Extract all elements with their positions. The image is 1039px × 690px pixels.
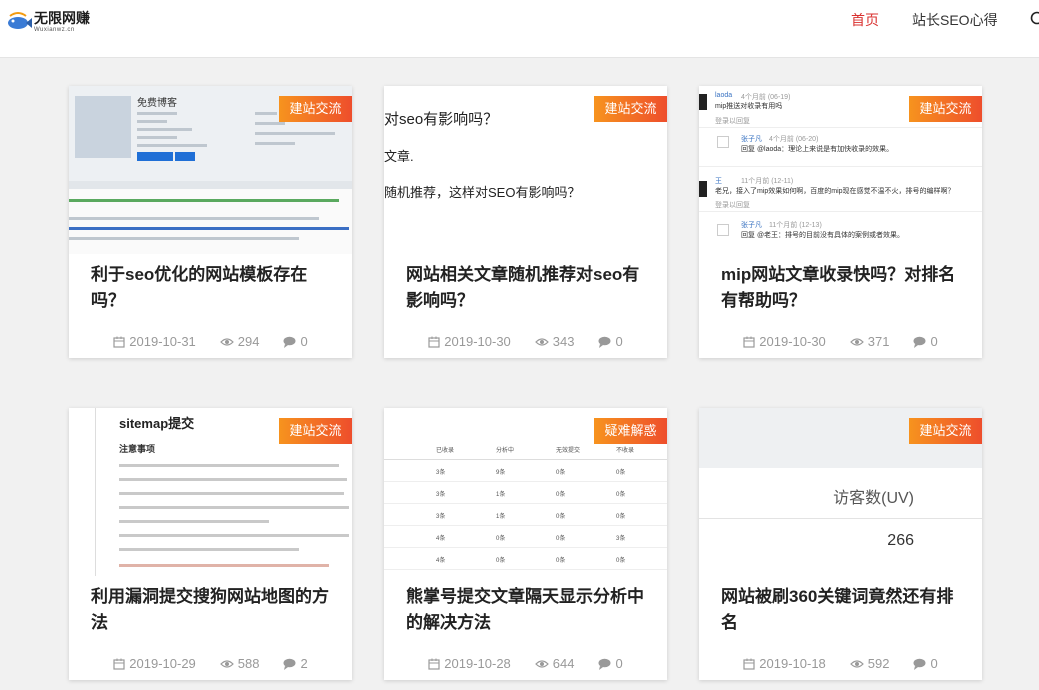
top-navbar: 无限网赚 Wuxianwz.cn 首页 站长SEO心得: [0, 0, 1039, 58]
thumb-heading: sitemap提交: [119, 416, 195, 431]
post-thumbnail[interactable]: 免费博客 建站交流: [69, 86, 352, 254]
category-badge[interactable]: 建站交流: [594, 96, 667, 122]
main-nav: 首页 站长SEO心得: [851, 11, 998, 29]
post-views: 371: [849, 332, 889, 352]
post-date: 2019-10-18: [743, 654, 826, 674]
calendar-icon: [113, 336, 125, 348]
post-comments: 0: [283, 332, 308, 352]
post-comments: 0: [913, 654, 938, 674]
comment-icon: [598, 336, 611, 348]
post-views: 588: [219, 654, 259, 674]
post-thumbnail[interactable]: sitemap提交 注意事项 建站交流: [69, 408, 352, 576]
post-date: 2019-10-28: [428, 654, 511, 674]
post-thumbnail[interactable]: 已收录 分析中 无效提交 不收录 3条 9条 0条 0条 3条 1条 0条 0条…: [384, 408, 667, 576]
calendar-icon: [743, 658, 755, 670]
comment-icon: [283, 658, 296, 670]
post-card[interactable]: 对seo有影响吗？ 文章. 随机推荐，这样对SEO有影响吗？ 建站交流 网站相关…: [384, 86, 667, 358]
post-card[interactable]: laoda 4个月前 (06-19) mip推送对收录有用吗 登录以回复 张子凡…: [699, 86, 982, 358]
comment-icon: [913, 658, 926, 670]
post-meta: 2019-10-30 343 0: [384, 332, 667, 352]
comment-icon: [283, 336, 296, 348]
eye-icon: [534, 660, 549, 668]
post-date: 2019-10-29: [113, 654, 196, 674]
uv-label: 访客数(UV): [833, 490, 914, 507]
logo-subtitle: Wuxianwz.cn: [34, 27, 75, 33]
post-card[interactable]: 已收录 分析中 无效提交 不收录 3条 9条 0条 0条 3条 1条 0条 0条…: [384, 408, 667, 680]
calendar-icon: [428, 336, 440, 348]
eye-icon: [849, 660, 864, 668]
post-date: 2019-10-30: [743, 332, 826, 352]
post-date: 2019-10-31: [113, 332, 196, 352]
post-thumbnail[interactable]: laoda 4个月前 (06-19) mip推送对收录有用吗 登录以回复 张子凡…: [699, 86, 982, 254]
post-meta: 2019-10-29 588 2: [69, 654, 352, 674]
post-meta: 2019-10-31 294 0: [69, 332, 352, 352]
thumb-heading: 免费博客: [137, 98, 177, 109]
uv-value: 266: [887, 532, 914, 549]
post-card[interactable]: 访客数(UV) 266 建站交流 网站被刷360关键词竟然还有排名 2019-1…: [699, 408, 982, 680]
post-comments: 0: [598, 654, 623, 674]
nav-item-home[interactable]: 首页: [851, 11, 879, 29]
post-thumbnail[interactable]: 对seo有影响吗？ 文章. 随机推荐，这样对SEO有影响吗？ 建站交流: [384, 86, 667, 254]
post-views: 592: [849, 654, 889, 674]
search-icon[interactable]: [1030, 11, 1039, 27]
eye-icon: [219, 338, 234, 346]
post-meta: 2019-10-30 371 0: [699, 332, 982, 352]
post-comments: 0: [913, 332, 938, 352]
post-meta: 2019-10-18 592 0: [699, 654, 982, 674]
post-title[interactable]: 利于seo优化的网站模板存在吗？: [91, 262, 335, 314]
eye-icon: [849, 338, 864, 346]
post-title[interactable]: mip网站文章收录快吗？对排名有帮助吗？: [721, 262, 965, 314]
calendar-icon: [113, 658, 125, 670]
category-badge[interactable]: 疑难解惑: [594, 418, 667, 444]
post-views: 294: [219, 332, 259, 352]
post-title[interactable]: 网站相关文章随机推荐对seo有影响吗？: [406, 262, 650, 314]
post-card[interactable]: sitemap提交 注意事项 建站交流 利用漏洞提交搜狗网站地图的方法 2019…: [69, 408, 352, 680]
post-title[interactable]: 利用漏洞提交搜狗网站地图的方法: [91, 584, 335, 636]
post-card[interactable]: 免费博客 建站交流 利于seo优化的网站模板存在吗？ 2019-10-31 29…: [69, 86, 352, 358]
category-badge[interactable]: 建站交流: [909, 418, 982, 444]
post-thumbnail[interactable]: 访客数(UV) 266 建站交流: [699, 408, 982, 576]
calendar-icon: [743, 336, 755, 348]
post-date: 2019-10-30: [428, 332, 511, 352]
eye-icon: [219, 660, 234, 668]
comment-icon: [913, 336, 926, 348]
category-badge[interactable]: 建站交流: [279, 96, 352, 122]
post-views: 343: [534, 332, 574, 352]
calendar-icon: [428, 658, 440, 670]
category-badge[interactable]: 建站交流: [279, 418, 352, 444]
post-comments: 2: [283, 654, 308, 674]
nav-item-seo[interactable]: 站长SEO心得: [912, 11, 998, 29]
post-title[interactable]: 熊掌号提交文章隔天显示分析中的解决方法: [406, 584, 650, 636]
category-badge[interactable]: 建站交流: [909, 96, 982, 122]
post-comments: 0: [598, 332, 623, 352]
post-views: 644: [534, 654, 574, 674]
logo-fish-icon: [6, 10, 32, 34]
post-title[interactable]: 网站被刷360关键词竟然还有排名: [721, 584, 965, 636]
post-meta: 2019-10-28 644 0: [384, 654, 667, 674]
site-logo[interactable]: 无限网赚 Wuxianwz.cn: [6, 10, 90, 34]
eye-icon: [534, 338, 549, 346]
logo-title: 无限网赚: [34, 10, 90, 26]
comment-icon: [598, 658, 611, 670]
